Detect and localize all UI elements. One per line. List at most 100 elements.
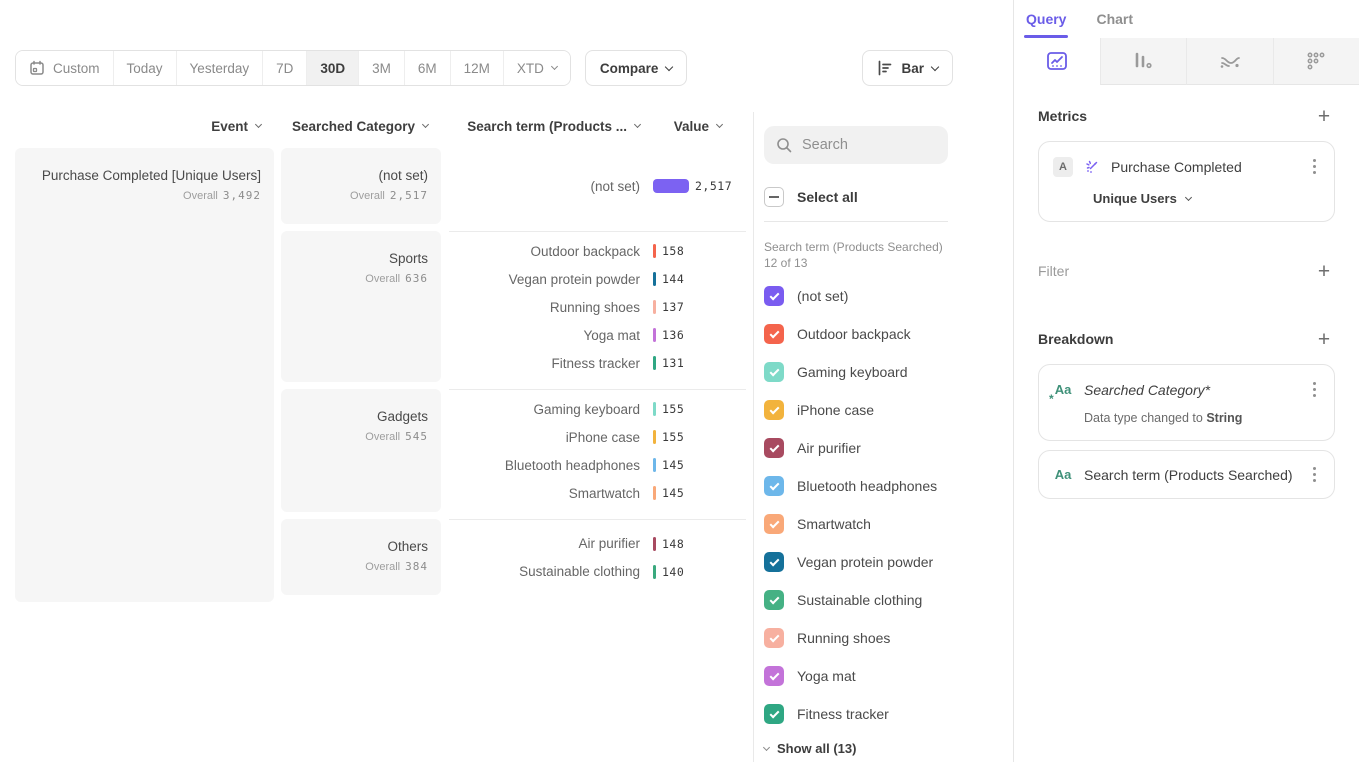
filter-item[interactable]: Bluetooth headphones xyxy=(764,467,1013,505)
term-row[interactable]: Running shoes137 xyxy=(449,293,746,321)
term-row[interactable]: Vegan protein powder144 xyxy=(449,265,746,293)
measure-selector[interactable]: Unique Users xyxy=(1093,191,1320,206)
chart-type-button[interactable]: Bar xyxy=(862,50,953,86)
tab-flows[interactable] xyxy=(1186,38,1273,85)
filter-item[interactable]: Gaming keyboard xyxy=(764,353,1013,391)
add-filter-icon[interactable] xyxy=(1313,260,1335,282)
show-all-button[interactable]: Show all (13) xyxy=(764,741,1013,756)
chevron-down-icon xyxy=(634,121,641,128)
value-bar xyxy=(653,244,656,258)
term-rows: Gaming keyboard155iPhone case155Bluetoot… xyxy=(449,389,746,512)
term-row[interactable]: iPhone case155 xyxy=(449,423,746,451)
check-icon xyxy=(769,556,779,566)
filter-checkbox[interactable] xyxy=(764,552,784,572)
metric-menu-icon[interactable] xyxy=(1309,155,1320,178)
category-cell[interactable]: (not set)Overall2,517 xyxy=(281,148,441,224)
select-all-checkbox[interactable] xyxy=(764,187,784,207)
category-group: (not set)Overall2,517 (not set)2,517 xyxy=(281,148,746,224)
filter-checkbox[interactable] xyxy=(764,438,784,458)
select-all-row[interactable]: Select all xyxy=(764,187,1013,207)
breakdown-menu-icon[interactable] xyxy=(1309,463,1320,486)
breakdown-card-searched-category[interactable]: Aa Searched Category* Data type changed … xyxy=(1038,364,1335,441)
tab-funnels[interactable] xyxy=(1100,38,1187,85)
filter-item[interactable]: iPhone case xyxy=(764,391,1013,429)
select-all-label: Select all xyxy=(797,189,858,205)
date-range-label: XTD xyxy=(517,61,544,76)
breakdown-menu-icon[interactable] xyxy=(1309,378,1320,401)
column-header-label: Search term (Products ... xyxy=(467,119,627,134)
filter-item[interactable]: Fitness tracker xyxy=(764,695,1013,733)
filter-item[interactable]: Yoga mat xyxy=(764,657,1013,695)
filter-checkbox[interactable] xyxy=(764,362,784,382)
category-overall: Overall2,517 xyxy=(294,189,428,202)
date-range-12m[interactable]: 12M xyxy=(450,51,503,85)
add-breakdown-icon[interactable] xyxy=(1313,328,1335,350)
value-bar xyxy=(653,179,689,193)
column-header-search-term[interactable]: Search term (Products ... xyxy=(449,119,653,134)
value-bar xyxy=(653,458,656,472)
filter-checkbox[interactable] xyxy=(764,286,784,306)
term-row[interactable]: Outdoor backpack158 xyxy=(449,237,746,265)
term-row[interactable]: (not set)2,517 xyxy=(449,172,746,200)
calendar-icon xyxy=(29,60,45,76)
metric-series-badge: A xyxy=(1053,157,1073,177)
compare-button[interactable]: Compare xyxy=(585,50,688,86)
tab-query[interactable]: Query xyxy=(1024,0,1068,38)
search-box[interactable] xyxy=(764,126,948,164)
date-range-custom[interactable]: Custom xyxy=(16,51,113,85)
category-cell[interactable]: GadgetsOverall545 xyxy=(281,389,441,512)
filter-item[interactable]: Outdoor backpack xyxy=(764,315,1013,353)
date-range-today[interactable]: Today xyxy=(113,51,176,85)
tab-retention[interactable] xyxy=(1273,38,1359,85)
retention-icon xyxy=(1305,51,1327,71)
filter-checkbox[interactable] xyxy=(764,590,784,610)
filter-checkbox[interactable] xyxy=(764,628,784,648)
filter-checkbox[interactable] xyxy=(764,666,784,686)
term-row[interactable]: Gaming keyboard155 xyxy=(449,395,746,423)
term-label: Running shoes xyxy=(449,300,653,315)
event-cell[interactable]: Purchase Completed [Unique Users] Overal… xyxy=(15,148,274,602)
filter-checkbox[interactable] xyxy=(764,400,784,420)
date-range-yesterday[interactable]: Yesterday xyxy=(176,51,263,85)
date-range-30d[interactable]: 30D xyxy=(306,51,358,85)
filter-item[interactable]: Vegan protein powder xyxy=(764,543,1013,581)
term-label: iPhone case xyxy=(449,430,653,445)
category-group: GadgetsOverall545Gaming keyboard155iPhon… xyxy=(281,389,746,512)
breakdown-card-search-term[interactable]: Aa Search term (Products Searched) xyxy=(1038,450,1335,499)
term-rows: Outdoor backpack158Vegan protein powder1… xyxy=(449,231,746,382)
filter-item[interactable]: Sustainable clothing xyxy=(764,581,1013,619)
term-row[interactable]: Smartwatch145 xyxy=(449,479,746,507)
category-cell[interactable]: OthersOverall384 xyxy=(281,519,441,595)
filter-item[interactable]: Smartwatch xyxy=(764,505,1013,543)
tab-insights[interactable] xyxy=(1014,38,1100,85)
filter-item[interactable]: (not set) xyxy=(764,277,1013,315)
term-row[interactable]: Sustainable clothing140 xyxy=(449,558,746,586)
metric-name: Purchase Completed xyxy=(1111,159,1298,175)
term-row[interactable]: Yoga mat136 xyxy=(449,321,746,349)
term-row[interactable]: Bluetooth headphones145 xyxy=(449,451,746,479)
bar-value: 145 xyxy=(662,458,684,472)
metric-card[interactable]: A Purchase Completed Unique Users xyxy=(1038,141,1335,222)
term-row[interactable]: Fitness tracker131 xyxy=(449,349,746,377)
filter-item[interactable]: Air purifier xyxy=(764,429,1013,467)
term-label: Outdoor backpack xyxy=(449,244,653,259)
category-cell[interactable]: SportsOverall636 xyxy=(281,231,441,382)
filter-checkbox[interactable] xyxy=(764,514,784,534)
tab-chart[interactable]: Chart xyxy=(1094,0,1135,38)
search-input[interactable] xyxy=(802,137,932,153)
column-header-value[interactable]: Value xyxy=(653,119,746,134)
column-header-label: Value xyxy=(674,119,709,134)
filter-checkbox[interactable] xyxy=(764,324,784,344)
date-range-7d[interactable]: 7D xyxy=(262,51,306,85)
term-row[interactable]: Air purifier148 xyxy=(449,530,746,558)
date-range-6m[interactable]: 6M xyxy=(404,51,450,85)
filter-item[interactable]: Running shoes xyxy=(764,619,1013,657)
filter-checkbox[interactable] xyxy=(764,704,784,724)
date-range-xtd[interactable]: XTD xyxy=(503,51,570,85)
column-header-searched-category[interactable]: Searched Category xyxy=(281,119,441,134)
filter-checkbox[interactable] xyxy=(764,476,784,496)
date-range-3m[interactable]: 3M xyxy=(358,51,404,85)
add-metric-icon[interactable] xyxy=(1313,105,1335,127)
column-header-event[interactable]: Event xyxy=(15,119,274,134)
bar-area: 148 xyxy=(653,537,746,551)
